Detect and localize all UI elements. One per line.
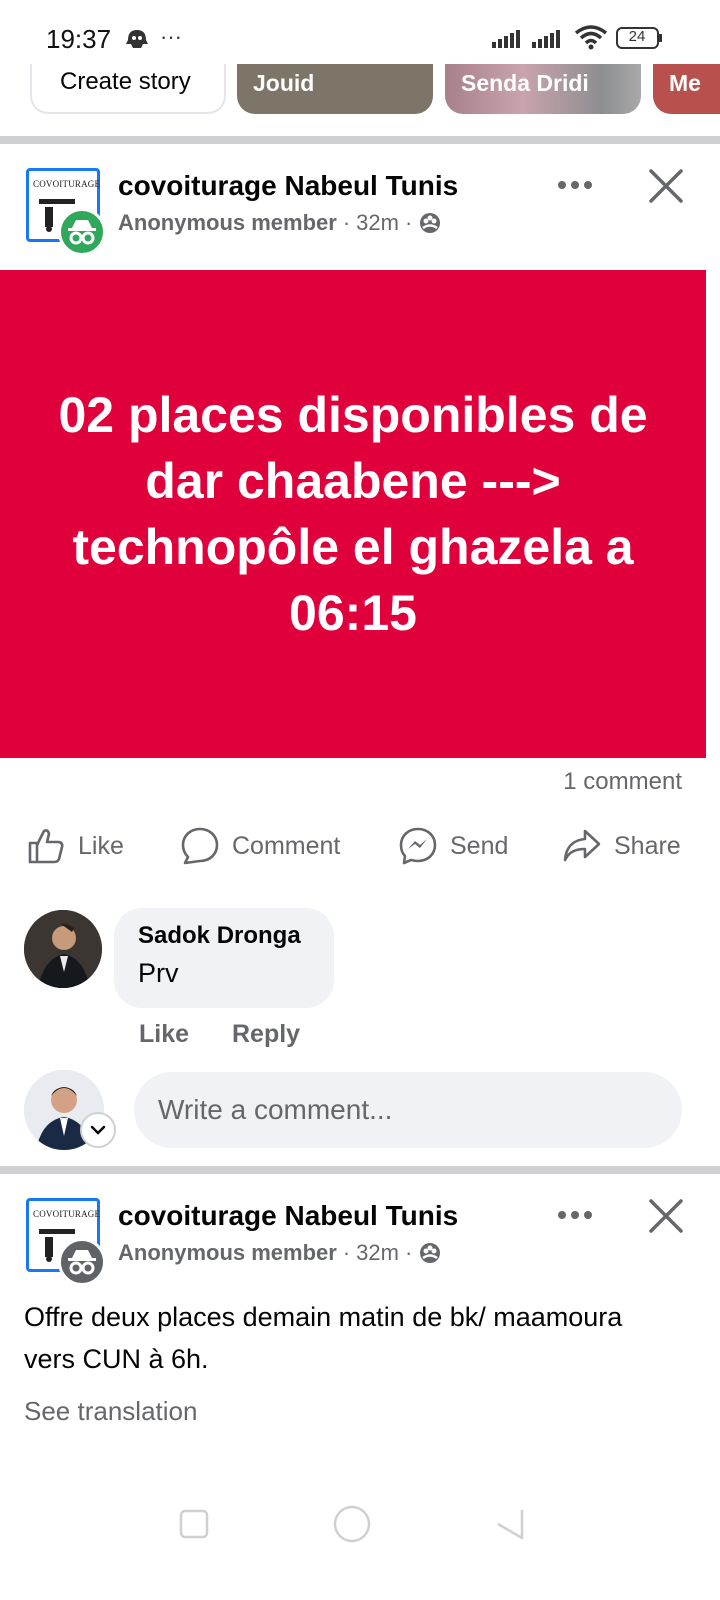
group-logo-text: COVOITURAGE <box>33 1209 101 1219</box>
incognito-icon <box>58 208 106 256</box>
meta-separator: · <box>342 210 351 235</box>
hide-post-button[interactable] <box>648 1198 684 1234</box>
create-story-label: Create story <box>60 68 191 95</box>
group-audience-icon <box>420 213 441 233</box>
back-nav-button[interactable] <box>494 1506 526 1542</box>
post-header: COVOITURAGE covoiturage Nabeul Tunis Ano… <box>0 148 720 258</box>
comment-button[interactable]: Comment <box>180 826 340 866</box>
comment-icon <box>181 827 219 865</box>
post-options-button[interactable] <box>556 1200 594 1230</box>
comment-like-button[interactable]: Like <box>139 1020 189 1048</box>
stories-strip[interactable]: Create story Jouid Senda Dridi Me <box>0 64 720 136</box>
close-icon <box>649 1199 683 1233</box>
post-time[interactable]: 32m <box>356 1240 399 1266</box>
write-comment-row <box>0 1066 720 1160</box>
story-card-partial[interactable]: Me <box>653 64 720 114</box>
more-horizontal-icon <box>558 181 592 189</box>
post-options-button[interactable] <box>556 170 594 200</box>
comment-label: Comment <box>232 831 341 860</box>
messenger-icon <box>399 827 437 865</box>
story-name-label: Senda Dridi <box>461 70 589 96</box>
write-comment-input[interactable] <box>134 1072 682 1148</box>
comment-bubble[interactable]: Sadok Dronga Prv <box>114 908 334 1008</box>
banner-text: 02 places disponibles de dar chaabene --… <box>58 387 648 641</box>
group-logo-text: COVOITURAGE <box>33 179 101 189</box>
recents-nav-button[interactable] <box>178 1508 210 1540</box>
hide-post-button[interactable] <box>648 168 684 204</box>
story-name-label: Me <box>669 70 701 96</box>
person-photo-icon <box>24 910 102 988</box>
post-author[interactable]: Anonymous member <box>118 210 337 236</box>
share-icon <box>563 829 601 862</box>
wifi-icon <box>574 24 608 55</box>
story-card-jouid[interactable]: Jouid <box>237 64 433 114</box>
group-name-link[interactable]: covoiturage Nabeul Tunis <box>118 170 458 202</box>
system-navigation-bar <box>0 1480 720 1570</box>
meta-separator: · <box>342 1240 351 1265</box>
group-name-link[interactable]: covoiturage Nabeul Tunis <box>118 1200 458 1232</box>
post-actions-bar: Like Comment Send Share <box>0 826 720 876</box>
battery-icon: 24 <box>616 26 664 55</box>
comment-text: Prv <box>138 958 179 988</box>
close-icon <box>649 169 683 203</box>
like-button[interactable]: Like <box>26 826 124 866</box>
meta-separator: · <box>404 210 413 235</box>
share-button[interactable]: Share <box>562 826 681 866</box>
signal-icon <box>492 28 564 53</box>
post-meta: Anonymous member · 32m · <box>118 210 442 236</box>
create-story-button[interactable]: Create story <box>30 64 226 114</box>
post-author[interactable]: Anonymous member <box>118 1240 337 1266</box>
post-meta: Anonymous member · 32m · <box>118 1240 442 1266</box>
story-card-senda-dridi[interactable]: Senda Dridi <box>445 64 641 114</box>
group-audience-icon <box>420 1243 441 1263</box>
meta-separator: · <box>404 1240 413 1265</box>
comment-count-link[interactable]: 1 comment <box>563 768 682 796</box>
story-name-label: Jouid <box>253 70 315 96</box>
like-icon <box>28 829 64 864</box>
more-horizontal-icon: ··· <box>160 24 182 49</box>
commenter-avatar[interactable] <box>24 910 102 988</box>
more-horizontal-icon <box>558 1211 592 1219</box>
post-header: COVOITURAGE covoiturage Nabeul Tunis Ano… <box>0 1178 720 1288</box>
feed-divider <box>0 136 720 144</box>
home-nav-button[interactable] <box>332 1504 372 1544</box>
chevron-down-icon <box>90 1125 106 1135</box>
incognito-icon <box>58 1238 106 1286</box>
feed-divider <box>0 1166 720 1174</box>
post-text-banner[interactable]: 02 places disponibles de dar chaabene --… <box>0 270 706 758</box>
post-time[interactable]: 32m <box>356 210 399 236</box>
send-label: Send <box>450 831 509 860</box>
comment-reply-button[interactable]: Reply <box>232 1020 300 1048</box>
snapchat-ghost-icon <box>124 28 150 55</box>
see-translation-link[interactable]: See translation <box>24 1396 197 1427</box>
battery-level: 24 <box>628 28 646 45</box>
comment-actions: Like Reply <box>139 1020 336 1049</box>
post-body-text: Offre deux places demain matin de bk/ ma… <box>24 1302 623 1374</box>
switch-profile-button[interactable] <box>80 1112 116 1148</box>
commenter-name[interactable]: Sadok Dronga <box>138 922 310 950</box>
status-time: 19:37 <box>46 24 112 54</box>
comment-item: Sadok Dronga Prv <box>0 906 720 1026</box>
like-label: Like <box>78 831 124 860</box>
share-label: Share <box>614 831 681 860</box>
status-bar: 19:37 ··· 24 <box>0 0 720 70</box>
send-button[interactable]: Send <box>398 826 508 866</box>
